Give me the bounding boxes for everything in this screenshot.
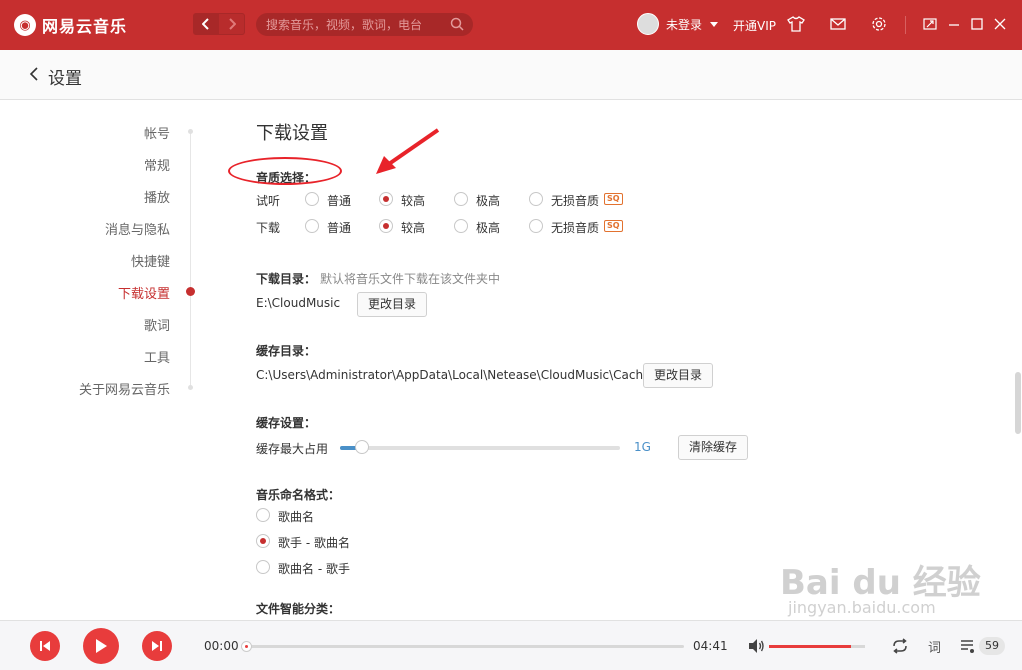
settings-header: 设置: [0, 50, 1022, 100]
sq-badge: SQ: [604, 220, 623, 232]
player-bar: 00:00 04:41 词 59: [0, 620, 1022, 670]
download-dir-title: 下载目录：: [256, 272, 317, 286]
classify-label: 文件智能分类：: [256, 602, 341, 616]
cache-max-label: 缓存最大占用: [256, 442, 329, 456]
radio-naming-song[interactable]: [256, 508, 270, 522]
annotation-ellipse: [228, 157, 342, 185]
skin-tshirt-icon[interactable]: [787, 15, 805, 33]
cache-dir-path: C:\Users\Administrator\AppData\Local\Net…: [256, 368, 651, 382]
chevron-right-icon: [228, 18, 236, 30]
app-name: 网易云音乐: [42, 17, 128, 36]
progress-handle[interactable]: [241, 641, 252, 652]
option-label[interactable]: 较高: [401, 192, 425, 209]
watermark-logo: Bai du 经验: [780, 563, 981, 603]
playlist-count-badge[interactable]: 59: [979, 637, 1005, 655]
mini-mode-icon[interactable]: [922, 16, 938, 32]
slider-handle[interactable]: [355, 440, 370, 454]
chevron-left-icon: [202, 18, 209, 30]
sq-badge: SQ: [604, 193, 623, 205]
radio-preview-normal[interactable]: [305, 192, 319, 206]
quality-row-label: 下载: [256, 221, 281, 235]
annotation-arrow-icon: [376, 128, 440, 174]
current-time: 00:00: [204, 639, 239, 653]
skip-next-icon: [152, 641, 162, 651]
vip-button[interactable]: 开通VIP: [733, 17, 776, 34]
page-title: 设置: [48, 69, 82, 89]
naming-option-label[interactable]: 歌手 - 歌曲名: [278, 534, 350, 551]
user-name[interactable]: 未登录: [666, 16, 702, 33]
volume-fill: [769, 645, 851, 648]
radio-naming-song-artist[interactable]: [256, 560, 270, 574]
content-scrollbar[interactable]: [1014, 100, 1022, 620]
quality-row-label: 试听: [256, 194, 281, 208]
skip-previous-icon: [40, 641, 50, 651]
netease-logo-icon: ◉: [14, 14, 36, 36]
volume-slider[interactable]: [769, 645, 865, 648]
title-bar: ◉ 网易云音乐 未登录 开通VIP: [0, 0, 1022, 50]
option-label[interactable]: 无损音质: [551, 219, 599, 236]
radio-download-lossless[interactable]: [529, 219, 543, 233]
download-dir-label: 下载目录： 默认将音乐文件下载在该文件夹中: [256, 270, 500, 287]
radio-preview-high[interactable]: [379, 192, 393, 206]
divider: [905, 16, 906, 34]
settings-content: 下载设置 音质选择： 试听 普通 较高 极高 无损音质 SQ 下载 普通 较高 …: [0, 100, 1014, 620]
watermark-url: jingyan.baidu.com: [788, 598, 936, 617]
option-label[interactable]: 普通: [327, 219, 351, 236]
cache-size-value: 1G: [634, 440, 651, 454]
minimize-icon[interactable]: [946, 16, 962, 32]
naming-option-label[interactable]: 歌曲名 - 歌手: [278, 560, 350, 577]
search-icon[interactable]: [449, 16, 465, 32]
clear-cache-button[interactable]: 清除缓存: [678, 435, 749, 460]
total-time: 04:41: [693, 639, 728, 653]
scrollbar-thumb[interactable]: [1015, 372, 1021, 434]
maximize-icon[interactable]: [969, 16, 985, 32]
change-download-dir-button[interactable]: 更改目录: [357, 292, 428, 317]
radio-download-extreme[interactable]: [454, 219, 468, 233]
user-menu[interactable]: 未登录: [637, 13, 719, 35]
back-arrow-icon[interactable]: [28, 66, 40, 82]
radio-download-normal[interactable]: [305, 219, 319, 233]
playlist-icon[interactable]: [958, 636, 978, 656]
radio-naming-artist-song[interactable]: [256, 534, 270, 548]
search-box[interactable]: [256, 13, 473, 36]
previous-button[interactable]: [30, 631, 60, 661]
close-icon[interactable]: [992, 16, 1008, 32]
option-label[interactable]: 极高: [476, 219, 500, 236]
change-cache-dir-button[interactable]: 更改目录: [643, 363, 714, 388]
caret-down-icon[interactable]: [710, 21, 719, 27]
nav-forward-button[interactable]: [219, 13, 245, 35]
app-logo[interactable]: ◉ 网易云音乐: [14, 13, 127, 37]
option-label[interactable]: 无损音质: [551, 192, 599, 209]
progress-bar[interactable]: [241, 641, 684, 652]
download-dir-path: E:\CloudMusic: [256, 296, 341, 310]
search-input[interactable]: [266, 16, 446, 33]
play-icon: [96, 639, 107, 653]
avatar[interactable]: [637, 13, 659, 35]
cache-dir-label: 缓存目录：: [256, 344, 317, 358]
cache-settings-label: 缓存设置：: [256, 416, 317, 430]
naming-label: 音乐命名格式：: [256, 488, 341, 502]
lyrics-button[interactable]: 词: [928, 637, 941, 656]
nav-back-button[interactable]: [193, 13, 219, 35]
option-label[interactable]: 极高: [476, 192, 500, 209]
play-button[interactable]: [83, 628, 119, 664]
radio-preview-lossless[interactable]: [529, 192, 543, 206]
volume-icon[interactable]: [746, 636, 766, 656]
radio-download-high[interactable]: [379, 219, 393, 233]
cache-size-slider[interactable]: [340, 440, 620, 454]
section-title: 下载设置: [256, 123, 328, 144]
gear-icon[interactable]: [870, 15, 888, 33]
option-label[interactable]: 普通: [327, 192, 351, 209]
naming-option-label[interactable]: 歌曲名: [278, 508, 314, 525]
loop-icon[interactable]: [890, 636, 910, 656]
next-button[interactable]: [142, 631, 172, 661]
download-dir-hint: 默认将音乐文件下载在该文件夹中: [320, 272, 501, 286]
option-label[interactable]: 较高: [401, 219, 425, 236]
radio-preview-extreme[interactable]: [454, 192, 468, 206]
mail-icon[interactable]: [829, 15, 847, 33]
